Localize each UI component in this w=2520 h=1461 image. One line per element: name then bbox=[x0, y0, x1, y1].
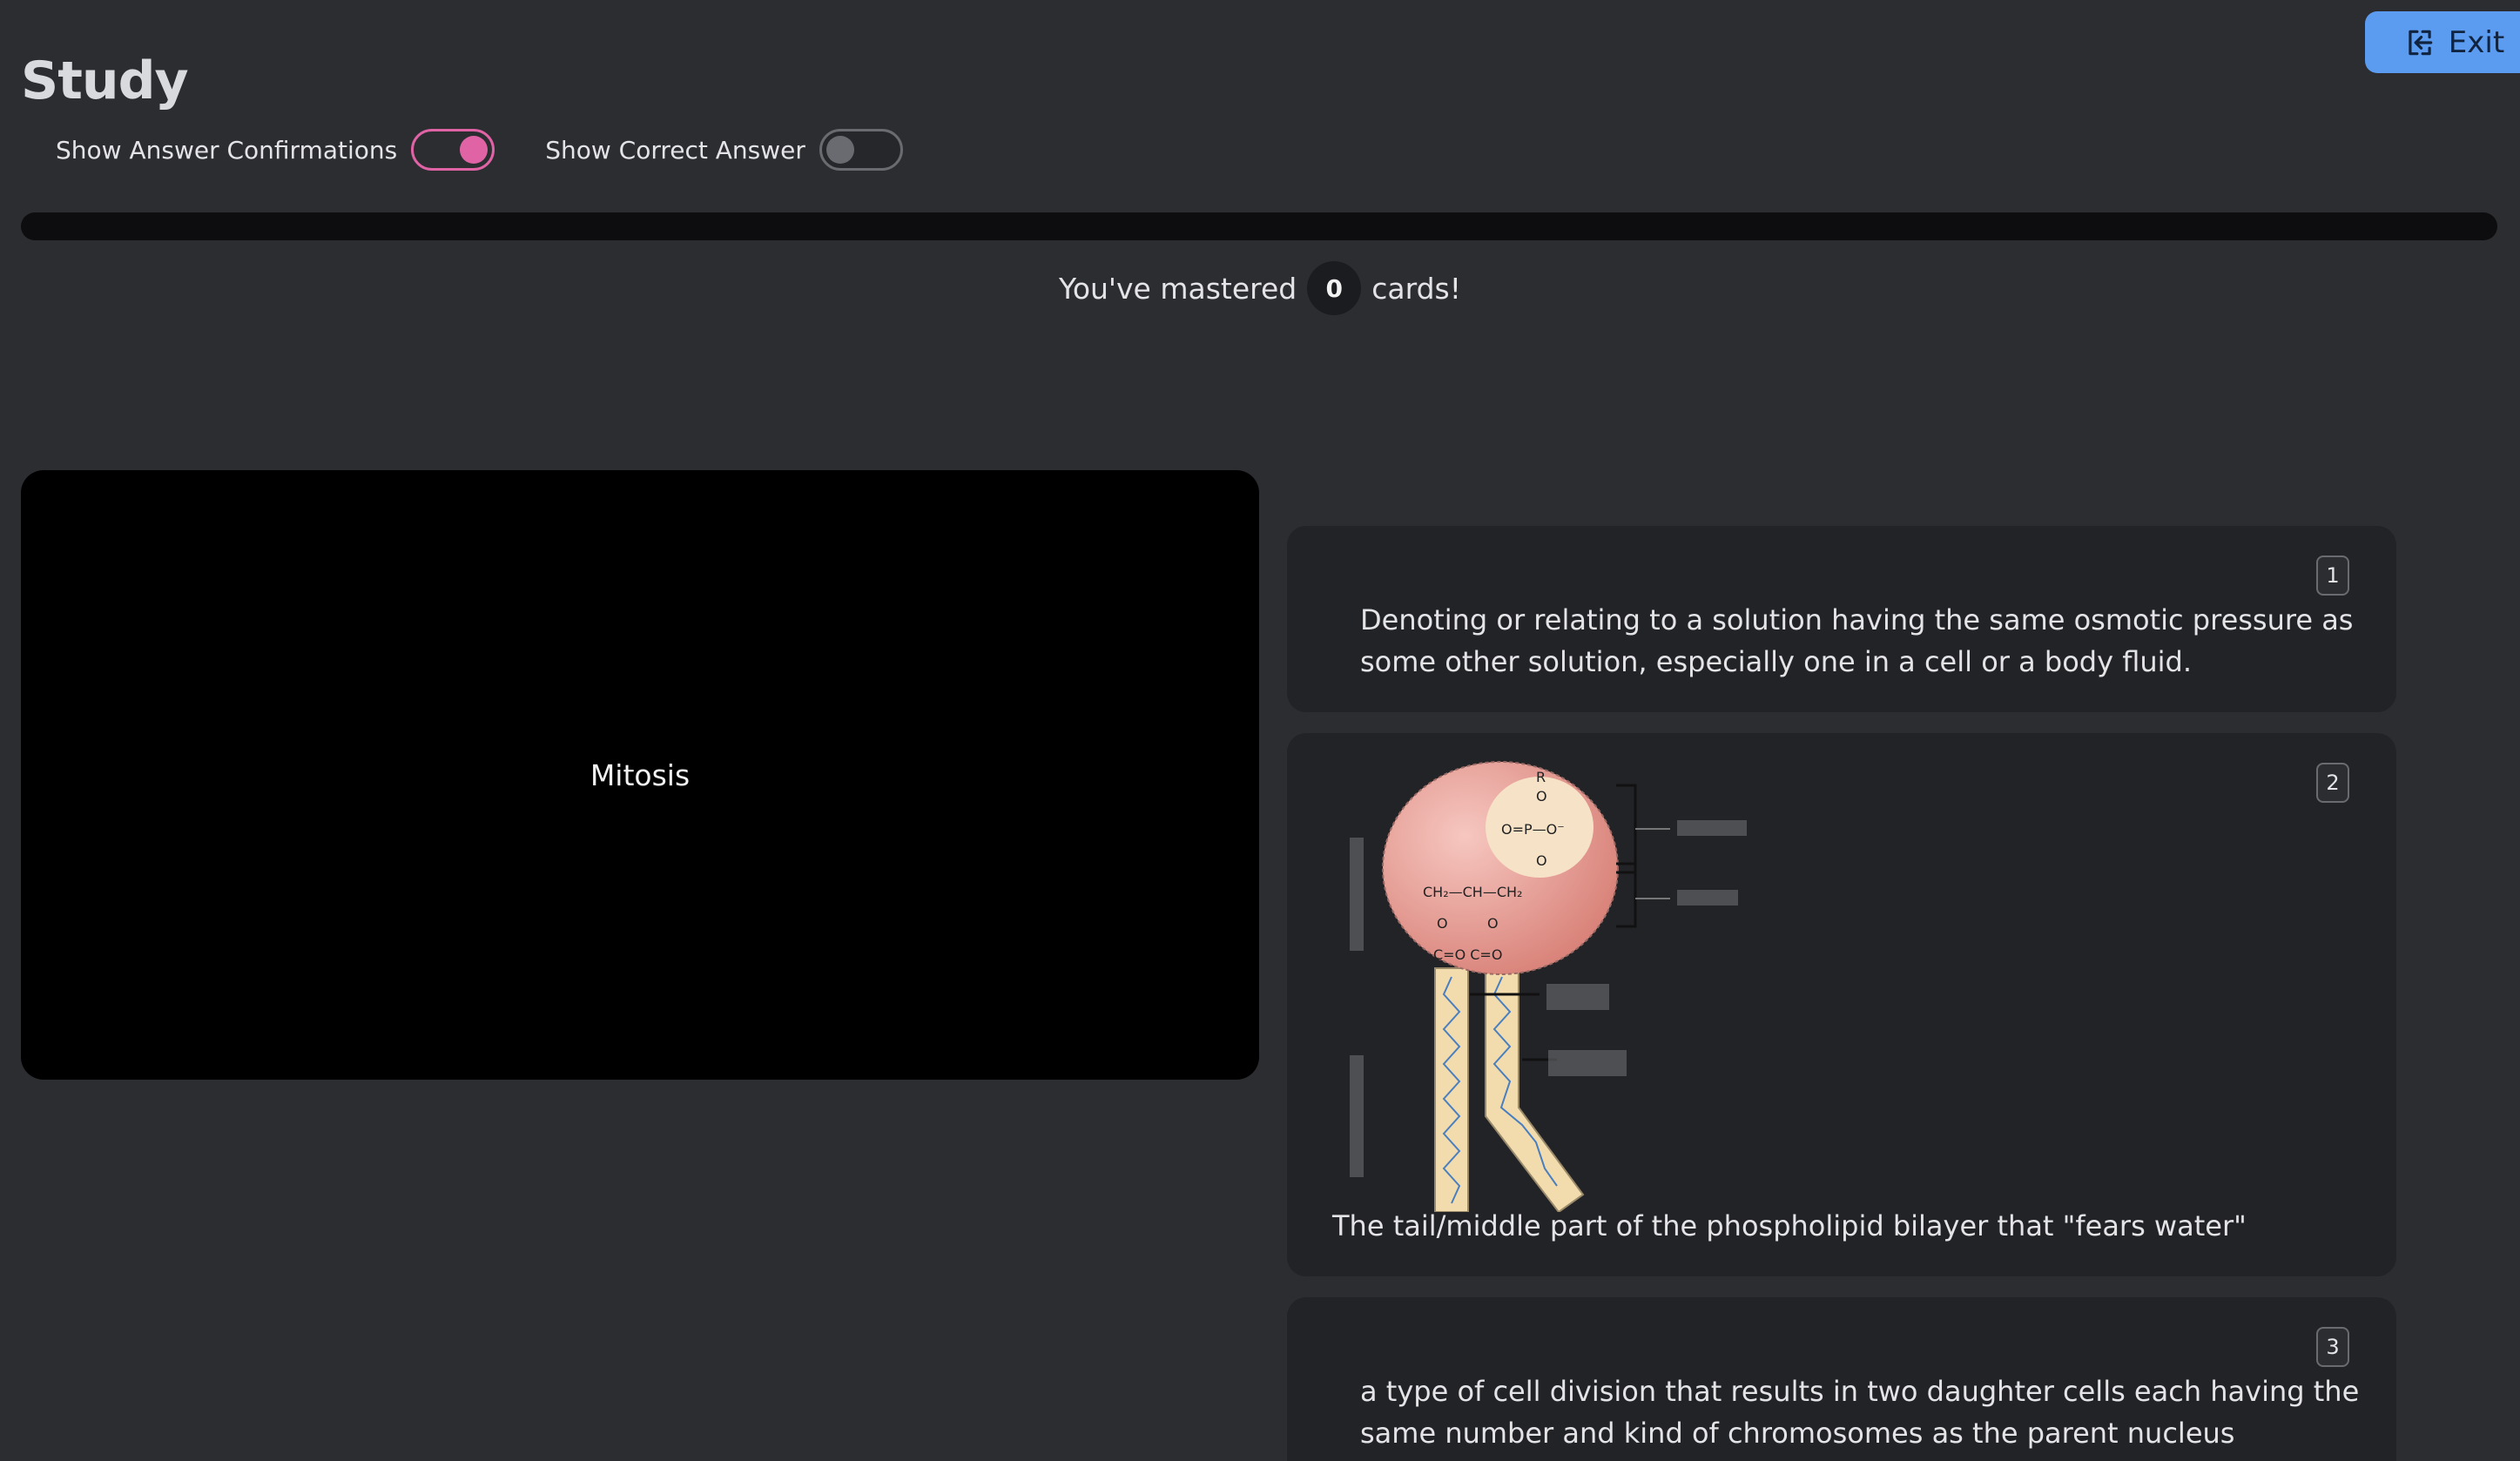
show-confirmations-label: Show Answer Confirmations bbox=[56, 135, 398, 165]
svg-text:O: O bbox=[1536, 852, 1547, 869]
answer-number-badge: 1 bbox=[2316, 555, 2349, 596]
show-correct-label: Show Correct Answer bbox=[545, 135, 805, 165]
svg-text:O=P—O⁻: O=P—O⁻ bbox=[1501, 821, 1565, 838]
answer-text: a type of cell division that results in … bbox=[1360, 1375, 2360, 1450]
show-confirmations-toggle-group: Show Answer Confirmations bbox=[56, 129, 495, 171]
answer-text: Denoting or relating to a solution havin… bbox=[1360, 603, 2354, 678]
settings-toggles: Show Answer Confirmations Show Correct A… bbox=[56, 129, 953, 171]
answer-text: The tail/middle part of the phospholipid… bbox=[1332, 1209, 2247, 1242]
page-title: Study bbox=[21, 50, 189, 111]
show-correct-switch[interactable] bbox=[819, 129, 903, 171]
svg-text:O: O bbox=[1487, 915, 1499, 932]
mastered-prefix: You've mastered bbox=[1059, 271, 1297, 306]
exit-icon bbox=[2409, 30, 2433, 55]
answer-number-badge: 3 bbox=[2316, 1327, 2349, 1367]
term-card[interactable]: Mitosis bbox=[21, 470, 1259, 1080]
answer-option-2[interactable]: 2 R O O=P—O⁻ O CH₂—CH—CH₂ O O C=O C=O Th… bbox=[1287, 733, 2396, 1276]
mastery-progress-bar bbox=[21, 212, 2497, 240]
answer-option-3[interactable]: 3 a type of cell division that results i… bbox=[1287, 1297, 2396, 1461]
switch-knob bbox=[460, 136, 489, 164]
exit-label: Exit bbox=[2448, 24, 2505, 60]
answer-option-1[interactable]: 1 Denoting or relating to a solution hav… bbox=[1287, 526, 2396, 712]
show-confirmations-switch[interactable] bbox=[411, 129, 495, 171]
switch-knob bbox=[825, 136, 854, 164]
svg-text:O: O bbox=[1437, 915, 1448, 932]
svg-text:C=O C=O: C=O C=O bbox=[1433, 946, 1502, 963]
answer-number-badge: 2 bbox=[2316, 763, 2349, 803]
term-text: Mitosis bbox=[590, 757, 691, 792]
exit-button[interactable]: Exit bbox=[2365, 11, 2520, 73]
mastered-status: You've mastered 0 cards! bbox=[0, 261, 2520, 315]
show-correct-toggle-group: Show Correct Answer bbox=[545, 129, 903, 171]
svg-text:CH₂—CH—CH₂: CH₂—CH—CH₂ bbox=[1423, 884, 1522, 900]
study-page: Study Exit Show Answer Confirmations Sho… bbox=[0, 0, 2520, 1461]
mastered-count-badge: 0 bbox=[1307, 261, 1362, 315]
svg-text:R: R bbox=[1536, 769, 1546, 785]
mastered-suffix: cards! bbox=[1371, 271, 1461, 306]
svg-text:O: O bbox=[1536, 788, 1547, 805]
phospholipid-diagram: R O O=P—O⁻ O CH₂—CH—CH₂ O O C=O C=O bbox=[1350, 761, 1747, 1212]
